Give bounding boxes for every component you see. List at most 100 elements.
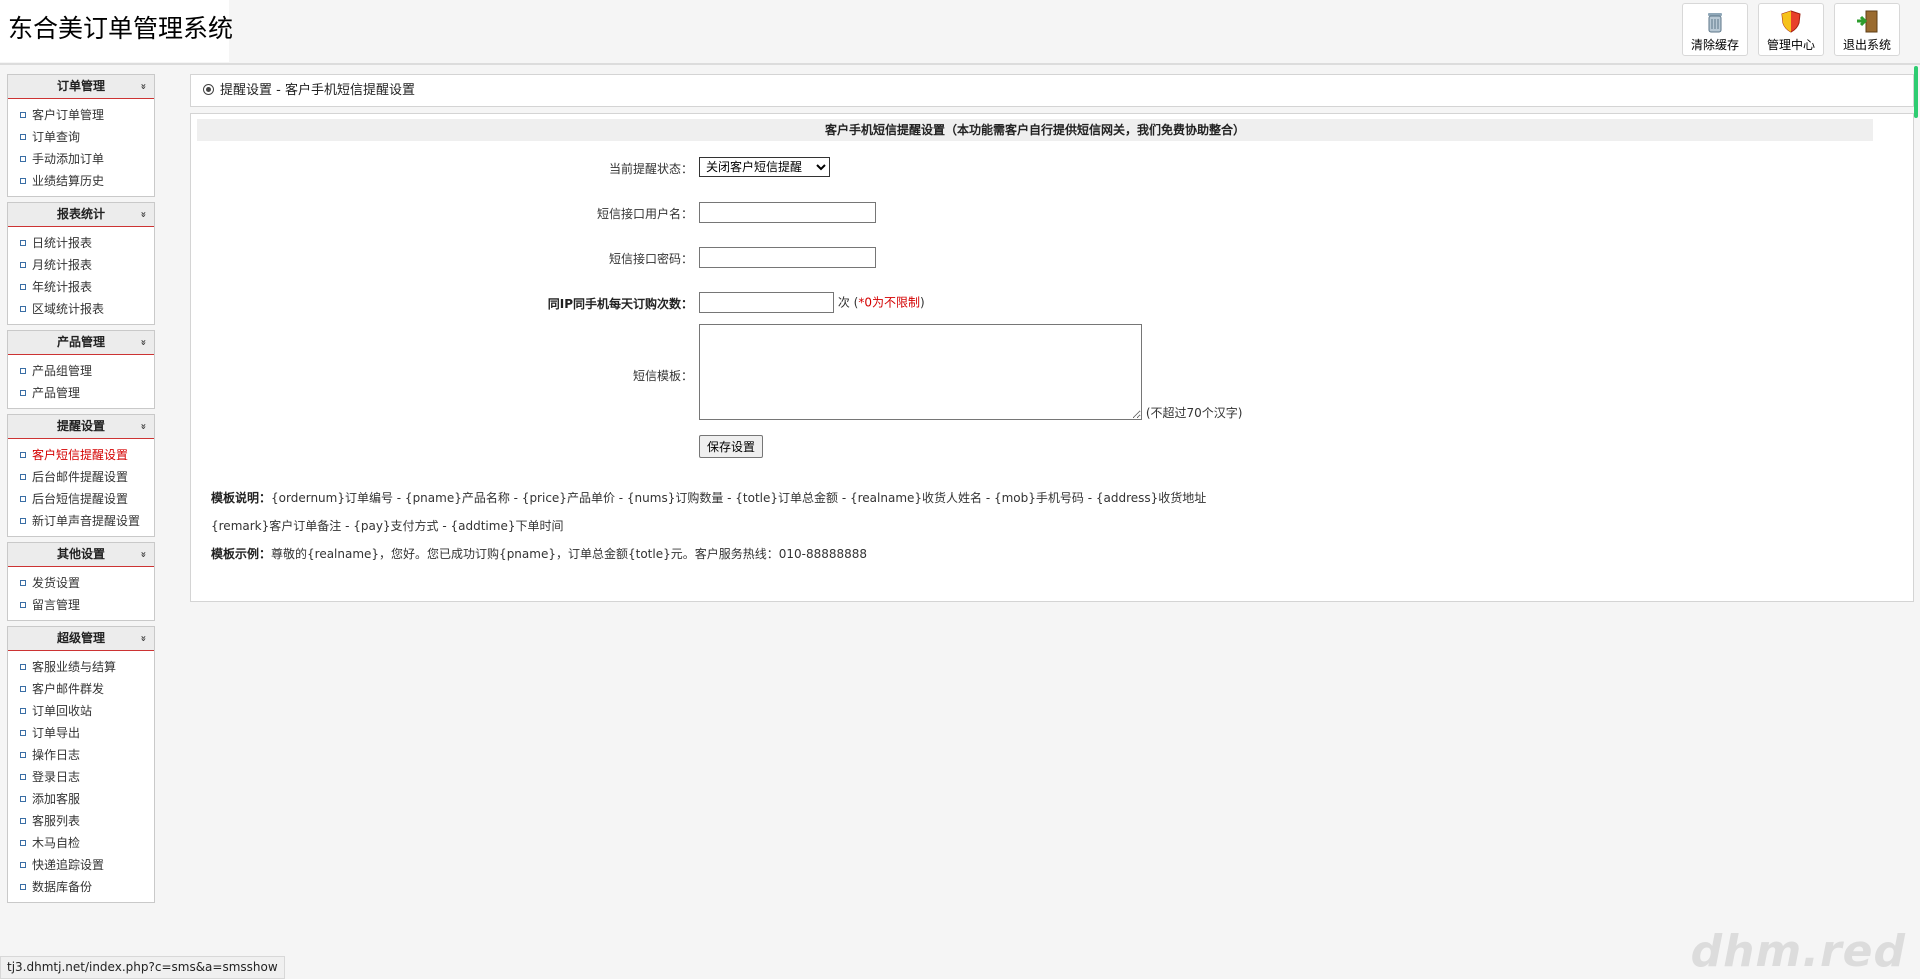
- admin-center-button[interactable]: 管理中心: [1758, 3, 1824, 56]
- menu-group: 超级管理 » 客服业绩与结算 客户邮件群发 订单回收站 订单导出 操作日志 登录日志 添加客服客…: [7, 626, 155, 903]
- limit-hint: 次 (*0为不限制): [838, 296, 925, 310]
- sidebar-menu-item[interactable]: 操作日志: [8, 744, 154, 766]
- menu-group-title: 报表统计: [56, 207, 105, 221]
- sidebar-menu-item[interactable]: 发货设置: [8, 572, 154, 594]
- square-bullet-icon: [20, 473, 26, 480]
- sidebar-menu-item-label: 区域统计报表: [32, 302, 105, 316]
- sidebar-menu-item[interactable]: 客服列表: [8, 810, 154, 832]
- limit-label: 同IP同手机每天订购次数：: [547, 297, 693, 311]
- sidebar-menu-item[interactable]: 业绩结算历史: [8, 170, 154, 192]
- sidebar-menu: 订单管理 » 客户订单管理 订单查询 手动添加订单 业绩结算历史 报表统计 » 日统计报表 月统计…: [7, 74, 155, 908]
- menu-group-header[interactable]: 其他设置 »: [8, 543, 154, 567]
- square-bullet-icon: [20, 883, 26, 890]
- template-desc-text: {ordernum}订单编号 - {pname}产品名称 - {price}产品…: [271, 491, 1207, 505]
- sidebar-menu-item[interactable]: 区域统计报表: [8, 298, 154, 320]
- square-bullet-icon: [20, 495, 26, 502]
- sidebar-menu-item-label: 后台邮件提醒设置: [32, 470, 129, 484]
- menu-group-title: 提醒设置: [56, 419, 105, 433]
- sidebar-menu-item-label: 产品管理: [32, 386, 81, 400]
- sidebar-menu-item[interactable]: 客户订单管理: [8, 104, 154, 126]
- sidebar-menu-item[interactable]: 登录日志: [8, 766, 154, 788]
- panel-title: 客户手机短信提醒设置（本功能需客户自行提供短信网关，我们免费协助整合）: [197, 119, 1873, 141]
- sidebar-menu-item-label: 订单回收站: [32, 704, 93, 718]
- top-header: 东合美订单管理系统 清除缓存 管理中心 退出系统: [0, 0, 1920, 65]
- chevron-down-icon: »: [137, 83, 149, 90]
- menu-group-title: 其他设置: [56, 547, 105, 561]
- menu-group-header[interactable]: 报表统计 »: [8, 203, 154, 227]
- menu-group-header[interactable]: 超级管理 »: [8, 627, 154, 651]
- sidebar-menu-item[interactable]: 后台短信提醒设置: [8, 488, 154, 510]
- menu-group: 其他设置 » 发货设置留言管理: [7, 542, 155, 621]
- menu-item-list: 客服业绩与结算 客户邮件群发订单回收站订单导出 操作日志 登录日志 添加客服 客服列表木马…: [8, 651, 154, 902]
- chevron-down-icon: »: [137, 339, 149, 346]
- menu-item-list: 日统计报表 月统计报表年统计报表区域统计报表: [8, 227, 154, 324]
- sidebar-menu-item-label: 业绩结算历史: [32, 174, 105, 188]
- sidebar-menu-item[interactable]: 数据库备份: [8, 876, 154, 898]
- square-bullet-icon: [20, 133, 26, 140]
- sidebar-menu-item-label: 发货设置: [32, 576, 81, 590]
- sidebar-menu-item-label: 木马自检: [32, 836, 81, 850]
- sidebar-menu-item[interactable]: 木马自检: [8, 832, 154, 854]
- square-bullet-icon: [20, 839, 26, 846]
- menu-group-header[interactable]: 提醒设置 »: [8, 415, 154, 439]
- status-bar-url: tj3.dhmtj.net/index.php?c=sms&a=smsshow: [0, 956, 285, 979]
- square-bullet-icon: [20, 111, 26, 118]
- square-bullet-icon: [20, 795, 26, 802]
- clear-cache-button[interactable]: 清除缓存: [1682, 3, 1748, 56]
- status-label: 当前提醒状态：: [608, 162, 693, 176]
- menu-group-header[interactable]: 产品管理 »: [8, 331, 154, 355]
- sidebar-menu-item[interactable]: 订单导出: [8, 722, 154, 744]
- sidebar-menu-item[interactable]: 月统计报表: [8, 254, 154, 276]
- square-bullet-icon: [20, 239, 26, 246]
- square-bullet-icon: [20, 283, 26, 290]
- square-bullet-icon: [20, 729, 26, 736]
- save-settings-button[interactable]: 保存设置: [699, 435, 764, 458]
- shield-icon: [1778, 8, 1804, 34]
- sidebar-menu-item-label: 产品组管理: [32, 364, 93, 378]
- sidebar-menu-item-label: 数据库备份: [32, 880, 93, 894]
- app-title: 东合美订单管理系统: [0, 0, 233, 62]
- square-bullet-icon: [20, 155, 26, 162]
- sidebar-menu-item[interactable]: 年统计报表: [8, 276, 154, 298]
- sidebar-menu-item[interactable]: 产品组管理: [8, 360, 154, 382]
- sidebar-menu-item-label: 年统计报表: [32, 280, 93, 294]
- template-desc-line1: 模板说明：{ordernum}订单编号 - {pname}产品名称 - {pri…: [211, 489, 1206, 506]
- sidebar-menu-item[interactable]: 客户短信提醒设置: [8, 444, 154, 466]
- template-example-text: 尊敬的{realname}，您好。您已成功订购{pname}，订单总金额{tot…: [271, 547, 868, 561]
- sidebar-menu-item[interactable]: 产品管理: [8, 382, 154, 404]
- menu-group-header[interactable]: 订单管理 »: [8, 75, 154, 99]
- sidebar-menu-item[interactable]: 订单查询: [8, 126, 154, 148]
- square-bullet-icon: [20, 177, 26, 184]
- sms-username-input[interactable]: [699, 202, 876, 223]
- sidebar-menu-item[interactable]: 快递追踪设置: [8, 854, 154, 876]
- square-bullet-icon: [20, 367, 26, 374]
- sidebar-menu-item[interactable]: 日统计报表: [8, 232, 154, 254]
- sidebar-menu-item[interactable]: 订单回收站: [8, 700, 154, 722]
- menu-item-list: 客户短信提醒设置后台邮件提醒设置后台短信提醒设置 新订单声音提醒设置: [8, 439, 154, 536]
- sidebar-menu-item[interactable]: 添加客服: [8, 788, 154, 810]
- sidebar-menu-item[interactable]: 客服业绩与结算: [8, 656, 154, 678]
- admin-center-label: 管理中心: [1766, 38, 1815, 52]
- square-bullet-icon: [20, 517, 26, 524]
- menu-group: 订单管理 » 客户订单管理订单查询 手动添加订单业绩结算历史: [7, 74, 155, 197]
- square-bullet-icon: [20, 601, 26, 608]
- sms-template-textarea[interactable]: [699, 324, 1142, 420]
- template-example: 模板示例：尊敬的{realname}，您好。您已成功订购{pname}，订单总金…: [211, 545, 867, 562]
- daily-limit-input[interactable]: [699, 292, 834, 313]
- square-bullet-icon: [20, 861, 26, 868]
- logout-button[interactable]: 退出系统: [1834, 3, 1900, 56]
- reminder-status-select[interactable]: 关闭客户短信提醒: [699, 157, 830, 177]
- sms-password-input[interactable]: [699, 247, 876, 268]
- sidebar-menu-item[interactable]: 新订单声音提醒设置: [8, 510, 154, 532]
- sidebar-menu-item-label: 客户订单管理: [32, 108, 105, 122]
- logout-label: 退出系统: [1842, 38, 1891, 52]
- sidebar-menu-item[interactable]: 留言管理: [8, 594, 154, 616]
- chevron-down-icon: »: [137, 635, 149, 642]
- scrollbar-thumb[interactable]: [1914, 66, 1918, 118]
- square-bullet-icon: [20, 261, 26, 268]
- template-example-label: 模板示例：: [211, 547, 272, 561]
- sidebar-menu-item[interactable]: 后台邮件提醒设置: [8, 466, 154, 488]
- template-desc-label: 模板说明：: [211, 491, 272, 505]
- sidebar-menu-item[interactable]: 手动添加订单: [8, 148, 154, 170]
- sidebar-menu-item[interactable]: 客户邮件群发: [8, 678, 154, 700]
